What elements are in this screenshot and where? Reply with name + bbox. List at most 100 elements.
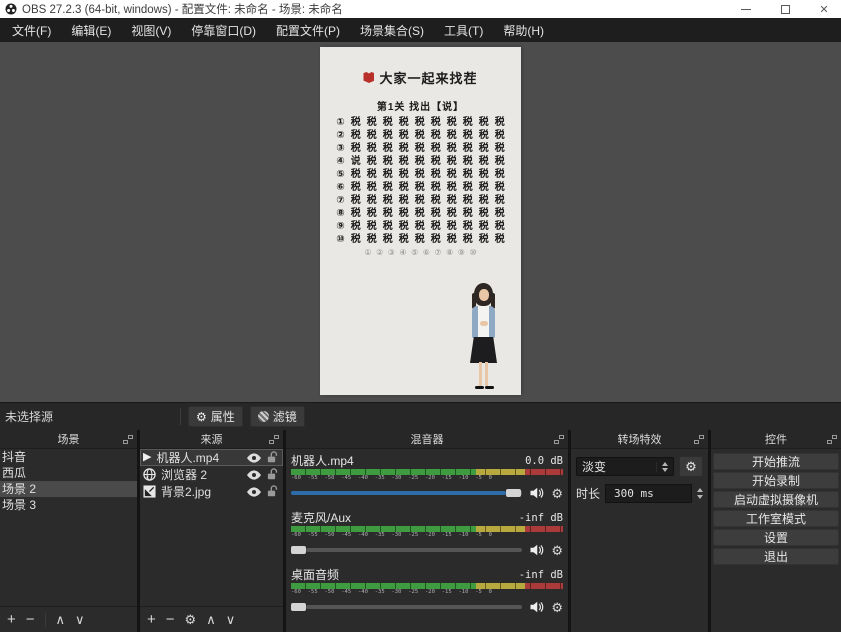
puzzle-row: ⑨税税税税税税税税税税 xyxy=(320,220,521,233)
volume-slider[interactable] xyxy=(291,541,522,559)
channel-gear-icon[interactable]: ⚙ xyxy=(551,487,563,500)
channel-gear-icon[interactable]: ⚙ xyxy=(551,544,563,557)
remove-source-button[interactable]: − xyxy=(166,611,175,628)
source-move-up-button[interactable]: ∧ xyxy=(206,612,216,628)
meter-scale: -60 -55 -50 -45 -40 -35 -30 -25 -20 -15 … xyxy=(291,475,563,482)
mute-speaker-icon[interactable] xyxy=(529,544,544,556)
control-button[interactable]: 开始推流 xyxy=(713,453,839,470)
scene-item[interactable]: 场景 3 xyxy=(0,497,137,513)
scene-item[interactable]: 场景 2 xyxy=(0,481,137,497)
source-properties-button[interactable]: ⚙ xyxy=(185,612,197,628)
slider-handle[interactable] xyxy=(506,489,521,497)
source-item[interactable]: 浏览器 2 xyxy=(140,466,283,483)
minimize-icon xyxy=(741,9,751,10)
source-name: 机器人.mp4 xyxy=(156,449,241,466)
menu-item[interactable]: 文件(F) xyxy=(2,19,61,42)
level-instruction: 第1关 找出【说】 xyxy=(320,98,521,113)
menu-item[interactable]: 配置文件(P) xyxy=(266,19,350,42)
mute-speaker-icon[interactable] xyxy=(529,487,544,499)
channel-name: 机器人.mp4 xyxy=(291,452,354,469)
transition-selected-value: 淡变 xyxy=(582,458,606,475)
channel-name: 桌面音频 xyxy=(291,566,339,583)
control-button[interactable]: 开始录制 xyxy=(713,472,839,489)
control-button[interactable]: 设置 xyxy=(713,529,839,546)
properties-label: 属性 xyxy=(211,408,235,425)
menu-item[interactable]: 编辑(E) xyxy=(61,19,121,42)
close-button[interactable]: ✕ xyxy=(807,0,841,18)
remove-scene-button[interactable]: − xyxy=(26,611,35,628)
scenes-header: 场景 xyxy=(0,430,137,449)
scene-move-up-button[interactable]: ∧ xyxy=(56,612,66,628)
menu-item[interactable]: 视图(V) xyxy=(121,19,181,42)
source-item[interactable]: 背景2.jpg xyxy=(140,483,283,500)
properties-button[interactable]: ⚙ 属性 xyxy=(188,406,243,427)
slider-handle[interactable] xyxy=(291,603,306,611)
preview-area: 大家一起来找茬 第1关 找出【说】 ①税税税税税税税税税税 ②税税税税税税税税税… xyxy=(0,42,841,402)
mixer-body: 机器人.mp4 0.0 dB -60 -55 -50 -45 -40 -35 -… xyxy=(286,449,568,624)
visibility-eye-icon[interactable] xyxy=(246,470,262,480)
control-button[interactable]: 退出 xyxy=(713,548,839,565)
toolbar-divider xyxy=(180,408,181,425)
visibility-eye-icon[interactable] xyxy=(246,487,262,497)
media-source-icon: ▶ xyxy=(143,452,151,463)
channel-db-value: -inf dB xyxy=(519,512,563,524)
puzzle-row: ①税税税税税税税税税税 xyxy=(320,116,521,129)
channel-name: 麦克风/Aux xyxy=(291,509,351,526)
menu-item[interactable]: 场景集合(S) xyxy=(350,19,434,42)
minimize-button[interactable] xyxy=(729,0,763,18)
source-move-down-button[interactable]: ∨ xyxy=(226,612,236,628)
mixer-header: 混音器 xyxy=(286,430,568,449)
maximize-button[interactable] xyxy=(768,0,802,18)
unlock-icon[interactable] xyxy=(267,468,279,481)
selected-source-status: 未选择源 xyxy=(5,408,173,425)
meter-scale: -60 -55 -50 -45 -40 -35 -30 -25 -20 -15 … xyxy=(291,589,563,596)
slider-fill xyxy=(291,491,506,495)
scene-move-down-button[interactable]: ∨ xyxy=(75,612,85,628)
undock-icon xyxy=(827,435,837,444)
duration-spinbox[interactable]: 300 ms xyxy=(605,484,692,503)
volume-slider[interactable] xyxy=(291,598,522,616)
menu-item[interactable]: 帮助(H) xyxy=(493,19,554,42)
duration-down-button[interactable] xyxy=(697,495,703,499)
scene-item[interactable]: 西瓜 xyxy=(0,465,137,481)
control-button[interactable]: 启动虚拟摄像机 xyxy=(713,491,839,508)
slider-handle[interactable] xyxy=(291,546,306,554)
sources-toolbar: + − ⚙ ∧ ∨ xyxy=(140,606,283,632)
obs-window: OBS 27.2.3 (64-bit, windows) - 配置文件: 未命名… xyxy=(0,0,841,632)
channel-gear-icon[interactable]: ⚙ xyxy=(551,601,563,614)
panel-title: 转场特效 xyxy=(618,431,662,447)
visibility-eye-icon[interactable] xyxy=(246,453,262,463)
filters-button[interactable]: 滤镜 xyxy=(250,406,305,427)
mute-speaker-icon[interactable] xyxy=(529,601,544,613)
game-title: 大家一起来找茬 xyxy=(379,68,477,87)
add-source-button[interactable]: + xyxy=(147,611,156,628)
menu-item[interactable]: 停靠窗口(D) xyxy=(181,19,266,42)
game-title-row: 大家一起来找茬 xyxy=(320,68,521,87)
puzzle-row: ⑦税税税税税税税税税税 xyxy=(320,194,521,207)
scene-list: 抖音 西瓜 场景 2 场景 3 xyxy=(0,449,137,513)
puzzle-row: ②税税税税税税税税税税 xyxy=(320,129,521,142)
control-button[interactable]: 工作室模式 xyxy=(713,510,839,527)
transition-gear-button[interactable]: ⚙ xyxy=(679,456,703,477)
puzzle-row: ⑤税税税税税税税税税税 xyxy=(320,168,521,181)
puzzle-grid: ①税税税税税税税税税税 ②税税税税税税税税税税 ③税税税税税税税税税税 ④说税税… xyxy=(320,116,521,246)
sources-panel: 来源 ▶ 机器人.mp4 xyxy=(140,430,283,632)
scene-item[interactable]: 抖音 xyxy=(0,449,137,465)
transition-select[interactable]: 淡变 xyxy=(576,457,674,476)
unlock-icon[interactable] xyxy=(267,451,279,464)
transitions-panel: 转场特效 淡变 ⚙ 时长 xyxy=(571,430,708,632)
source-name: 浏览器 2 xyxy=(161,466,241,483)
puzzle-row: ⑥税税税税税税税税税税 xyxy=(320,181,521,194)
add-scene-button[interactable]: + xyxy=(7,611,16,628)
duration-up-button[interactable] xyxy=(697,488,703,492)
channel-db-value: -inf dB xyxy=(519,569,563,581)
source-toolbar: 未选择源 ⚙ 属性 滤镜 xyxy=(0,402,841,430)
volume-slider[interactable] xyxy=(291,484,522,502)
menu-item[interactable]: 工具(T) xyxy=(434,19,493,42)
filters-label: 滤镜 xyxy=(273,408,297,425)
meter-scale: -60 -55 -50 -45 -40 -35 -30 -25 -20 -15 … xyxy=(291,532,563,539)
source-item[interactable]: ▶ 机器人.mp4 xyxy=(140,449,283,466)
unlock-icon[interactable] xyxy=(267,485,279,498)
menu-bar: 文件(F) 编辑(E) 视图(V) 停靠窗口(D) 配置文件(P) 场景集合(S… xyxy=(0,18,841,42)
preview-video[interactable]: 大家一起来找茬 第1关 找出【说】 ①税税税税税税税税税税 ②税税税税税税税税税… xyxy=(320,47,521,395)
